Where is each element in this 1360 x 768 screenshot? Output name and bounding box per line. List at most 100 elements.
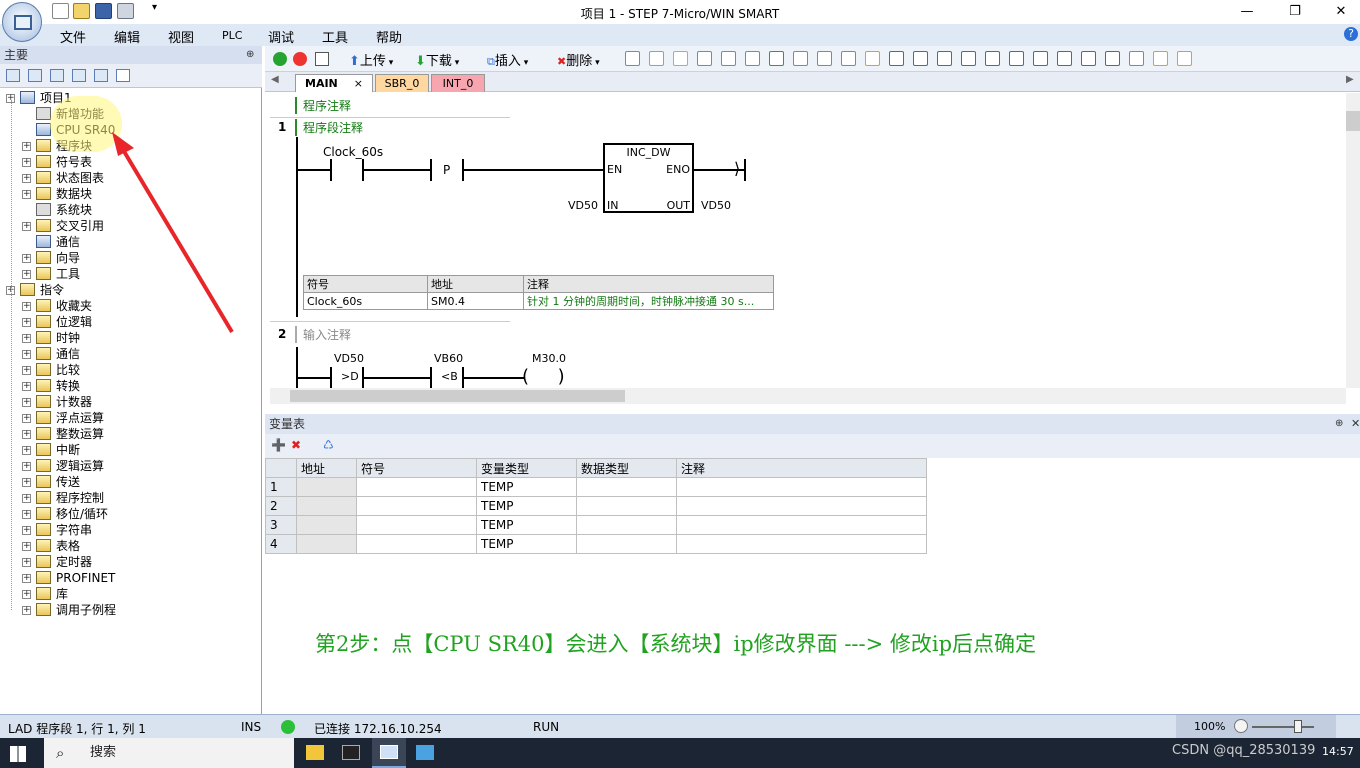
- tree-tool-icon[interactable]: [28, 69, 42, 82]
- tree-item-instruction-8[interactable]: + 整数运算: [0, 426, 262, 442]
- delete-button[interactable]: ✖删除 ▾: [557, 50, 600, 69]
- editor-tool-icon[interactable]: [913, 51, 928, 66]
- table-row[interactable]: 2 TEMP: [265, 496, 927, 516]
- table-cell[interactable]: [576, 534, 677, 554]
- tree-tool-icon[interactable]: [50, 69, 64, 82]
- expand-icon[interactable]: +: [22, 382, 31, 391]
- menu-plc[interactable]: PLC: [222, 29, 242, 42]
- menu-tools[interactable]: 工具: [322, 27, 348, 46]
- table-cell[interactable]: [576, 496, 677, 516]
- upload-button[interactable]: ⬆上传 ▾: [349, 50, 393, 69]
- tree-tool-icon[interactable]: [94, 69, 108, 82]
- stop-icon[interactable]: [293, 52, 307, 66]
- editor-tool-icon[interactable]: [1129, 51, 1144, 66]
- editor-tool-icon[interactable]: [889, 51, 904, 66]
- table-cell[interactable]: [356, 496, 477, 516]
- tree-tool-icon[interactable]: [6, 69, 20, 82]
- tree-item-instruction-18[interactable]: + 库: [0, 586, 262, 602]
- expand-icon[interactable]: +: [22, 270, 31, 279]
- minimize-button[interactable]: —: [1224, 0, 1270, 24]
- table-cell[interactable]: [356, 534, 477, 554]
- editor-tool-icon[interactable]: [793, 51, 808, 66]
- tree-item-instruction-13[interactable]: + 移位/循环: [0, 506, 262, 522]
- quick-access-dropdown-icon[interactable]: ▾: [152, 2, 157, 13]
- expand-icon[interactable]: +: [22, 542, 31, 551]
- zoom-out-icon[interactable]: [1234, 719, 1248, 733]
- tree-item-instructions[interactable]: + 指令: [0, 282, 262, 298]
- editor-tool-icon[interactable]: [1153, 51, 1168, 66]
- expand-icon[interactable]: +: [22, 254, 31, 263]
- menu-help[interactable]: 帮助: [376, 27, 402, 46]
- table-cell[interactable]: TEMP: [476, 534, 577, 554]
- tree-item-instruction-11[interactable]: + 传送: [0, 474, 262, 490]
- table-cell[interactable]: [296, 515, 357, 535]
- table-cell[interactable]: [676, 534, 927, 554]
- col-var-type[interactable]: 变量类型: [476, 458, 577, 478]
- tree-item-project-child-5[interactable]: + 数据块: [0, 186, 262, 202]
- col-symbol[interactable]: 符号: [356, 458, 477, 478]
- table-cell[interactable]: [676, 515, 927, 535]
- menu-view[interactable]: 视图: [168, 27, 194, 46]
- terminal-icon[interactable]: [342, 745, 360, 760]
- tree-item-project-child-6[interactable]: 系统块: [0, 202, 262, 218]
- network-comment[interactable]: 输入注释: [295, 326, 351, 343]
- close-button[interactable]: ✕: [1318, 0, 1360, 24]
- tree-item-project-child-1[interactable]: CPU SR40: [0, 122, 262, 138]
- editor-tool-icon[interactable]: [1105, 51, 1120, 66]
- tree-item-project-child-0[interactable]: 新增功能: [0, 106, 262, 122]
- editor-tool-icon[interactable]: [649, 51, 664, 66]
- table-cell[interactable]: [576, 515, 677, 535]
- in-variable[interactable]: VD50: [568, 199, 598, 212]
- table-cell[interactable]: TEMP: [476, 496, 577, 516]
- windows-start-icon[interactable]: [10, 746, 26, 762]
- col-comment[interactable]: 注释: [676, 458, 927, 478]
- step7-taskbar-icon[interactable]: [372, 738, 406, 768]
- table-cell[interactable]: [296, 534, 357, 554]
- refresh-icon[interactable]: ♺: [323, 438, 334, 452]
- expand-icon[interactable]: +: [22, 414, 31, 423]
- table-cell[interactable]: [676, 477, 927, 497]
- pin-icon[interactable]: ⊕: [246, 46, 254, 64]
- tab-sbr0[interactable]: SBR_0: [375, 74, 429, 92]
- table-cell[interactable]: TEMP: [476, 515, 577, 535]
- tree-item-instruction-15[interactable]: + 表格: [0, 538, 262, 554]
- editor-tool-icon[interactable]: [697, 51, 712, 66]
- expand-icon[interactable]: +: [22, 334, 31, 343]
- tree-item-project-child-10[interactable]: + 工具: [0, 266, 262, 282]
- expand-icon[interactable]: +: [22, 430, 31, 439]
- editor-tool-icon[interactable]: [673, 51, 688, 66]
- table-row[interactable]: 3 TEMP: [265, 515, 927, 535]
- insert-row-icon[interactable]: ➕: [271, 438, 286, 452]
- menu-file[interactable]: 文件: [60, 27, 86, 46]
- tree-item-instruction-10[interactable]: + 逻辑运算: [0, 458, 262, 474]
- editor-tool-icon[interactable]: [817, 51, 832, 66]
- pin-icon[interactable]: ⊕: [1335, 414, 1343, 434]
- delete-row-icon[interactable]: ✖: [291, 438, 301, 452]
- tab-close-icon[interactable]: ×: [354, 77, 363, 90]
- expand-icon[interactable]: +: [22, 398, 31, 407]
- tree-item-project-child-9[interactable]: + 向导: [0, 250, 262, 266]
- save-icon[interactable]: [95, 3, 112, 19]
- tree-item-instruction-5[interactable]: + 转换: [0, 378, 262, 394]
- tab-main[interactable]: MAIN ×: [295, 74, 373, 92]
- zoom-slider[interactable]: [1252, 726, 1314, 728]
- expand-icon[interactable]: +: [22, 494, 31, 503]
- editor-tool-icon[interactable]: [841, 51, 856, 66]
- editor-tool-icon[interactable]: [745, 51, 760, 66]
- expand-icon[interactable]: +: [22, 222, 31, 231]
- new-file-icon[interactable]: [52, 3, 69, 19]
- help-icon[interactable]: ?: [1344, 27, 1358, 41]
- network-app-icon[interactable]: [416, 745, 434, 760]
- tree-item-instruction-0[interactable]: + 收藏夹: [0, 298, 262, 314]
- tab-scroll-right-icon[interactable]: ▶: [1346, 74, 1354, 85]
- expand-icon[interactable]: +: [22, 606, 31, 615]
- editor-tool-icon[interactable]: [769, 51, 784, 66]
- table-cell[interactable]: [296, 496, 357, 516]
- tree-item-instruction-4[interactable]: + 比较: [0, 362, 262, 378]
- table-cell[interactable]: [356, 477, 477, 497]
- inc-dw-box[interactable]: INC_DW EN ENO IN OUT: [603, 143, 694, 213]
- file-explorer-icon[interactable]: [306, 745, 324, 760]
- expand-icon[interactable]: +: [22, 190, 31, 199]
- tree-item-project-child-4[interactable]: + 状态图表: [0, 170, 262, 186]
- table-row[interactable]: 4 TEMP: [265, 534, 927, 554]
